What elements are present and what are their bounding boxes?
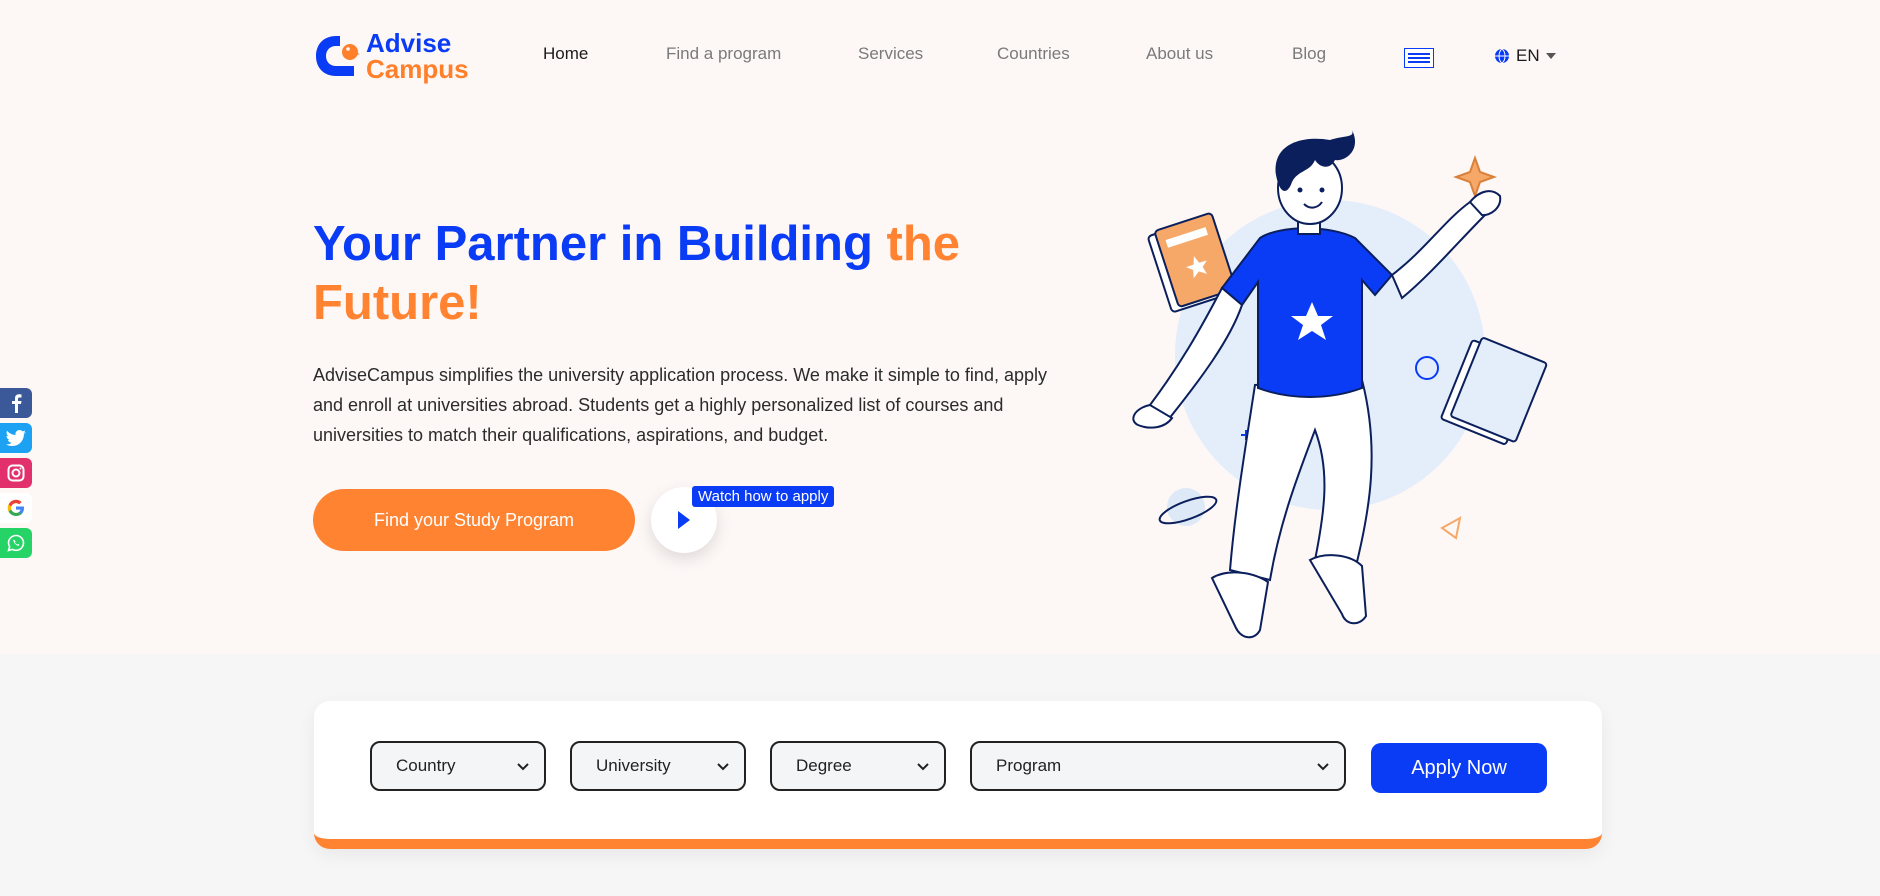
chevron-down-icon [917, 763, 929, 771]
nav-blog[interactable]: Blog [1292, 44, 1326, 64]
university-select-value: University [596, 756, 671, 775]
nav-countries[interactable]: Countries [997, 44, 1070, 64]
whatsapp-icon[interactable] [0, 528, 32, 558]
logo[interactable]: Advise Campus [314, 30, 469, 82]
nav-find-a-program[interactable]: Find a program [666, 44, 781, 64]
program-select[interactable]: Program [970, 741, 1346, 791]
apply-now-button[interactable]: Apply Now [1371, 743, 1547, 793]
logo-line-1: Advise [366, 28, 452, 58]
language-label: EN [1516, 46, 1540, 65]
logo-line-2: Campus [366, 54, 469, 84]
nav-about-us[interactable]: About us [1146, 44, 1213, 64]
chevron-down-icon [717, 763, 729, 771]
flag-menu-icon[interactable] [1404, 48, 1434, 68]
country-select[interactable]: Country [370, 741, 546, 791]
hero-title-main: Your Partner in Building [313, 217, 887, 271]
hero-illustration [1130, 130, 1570, 655]
degree-select-value: Degree [796, 756, 852, 775]
social-sidebar [0, 388, 32, 563]
chevron-down-icon [1545, 53, 1556, 59]
find-study-program-button[interactable]: Find your Study Program [313, 489, 635, 551]
instagram-icon[interactable] [0, 458, 32, 488]
nav-services[interactable]: Services [858, 44, 923, 64]
logo-mark-icon [314, 34, 360, 78]
country-select-value: Country [396, 756, 456, 775]
hero-title: Your Partner in Building the Future! [313, 215, 1013, 333]
facebook-icon[interactable] [0, 388, 32, 418]
watch-how-to-apply-label[interactable]: Watch how to apply [692, 486, 835, 507]
chevron-down-icon [1317, 763, 1329, 771]
university-select[interactable]: University [570, 741, 746, 791]
chevron-down-icon [517, 763, 529, 771]
program-select-value: Program [996, 756, 1062, 775]
logo-text: Advise Campus [366, 30, 469, 82]
nav-home[interactable]: Home [543, 44, 588, 64]
google-icon[interactable] [0, 493, 32, 523]
language-selector[interactable]: EN [1494, 46, 1556, 66]
degree-select[interactable]: Degree [770, 741, 946, 791]
globe-icon [1494, 48, 1510, 64]
program-search-card: Country University Degree Program Apply … [314, 701, 1602, 849]
twitter-icon[interactable] [0, 423, 32, 453]
hero-description: AdviseCampus simplifies the university a… [313, 365, 1047, 445]
play-icon [676, 510, 692, 530]
